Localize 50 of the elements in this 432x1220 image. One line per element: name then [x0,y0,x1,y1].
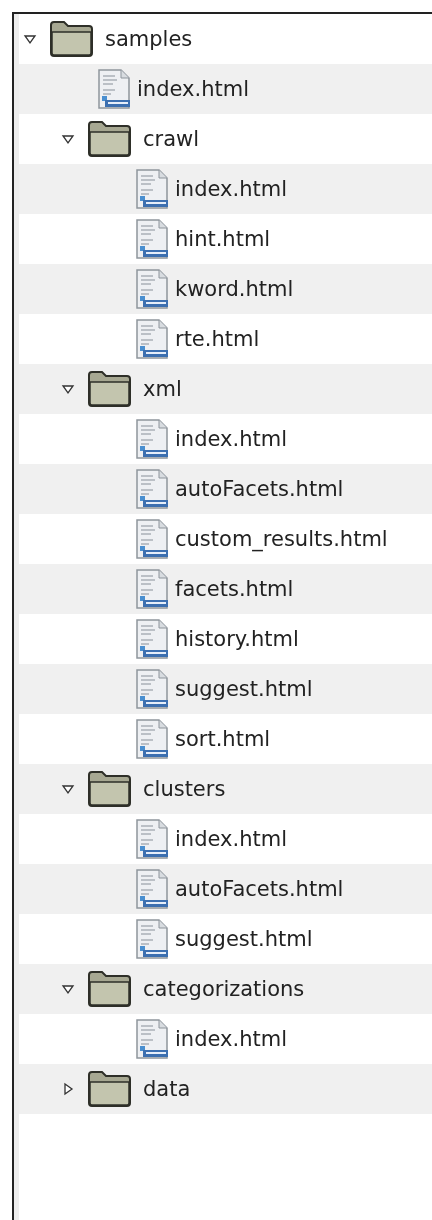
folder-label[interactable]: clusters [143,777,226,801]
file-label[interactable]: index.html [175,1027,287,1051]
file-label[interactable]: facets.html [175,577,294,601]
file-label[interactable]: index.html [175,827,287,851]
expander-icon[interactable] [61,382,75,396]
file-label[interactable]: index.html [175,427,287,451]
html-file-icon [135,669,169,709]
html-file-icon [97,69,131,109]
folder-icon [87,371,131,407]
html-file-icon [135,869,169,909]
expander-icon[interactable] [61,1082,75,1096]
html-file-icon [135,569,169,609]
html-file-icon [135,169,169,209]
folder-icon [87,1071,131,1107]
folder-label[interactable]: categorizations [143,977,305,1001]
file-label[interactable]: history.html [175,627,299,651]
folder-icon [87,121,131,157]
folder-icon [87,971,131,1007]
file-label[interactable]: suggest.html [175,927,313,951]
html-file-icon [135,419,169,459]
file-label[interactable]: kword.html [175,277,294,301]
html-file-icon [135,219,169,259]
expander-icon[interactable] [61,782,75,796]
folder-label[interactable]: data [143,1077,191,1101]
file-label[interactable]: hint.html [175,227,271,251]
html-file-icon [135,819,169,859]
expander-icon[interactable] [23,32,37,46]
html-file-icon [135,519,169,559]
file-label[interactable]: sort.html [175,727,271,751]
file-label[interactable]: index.html [175,177,287,201]
file-label[interactable]: autoFacets.html [175,877,344,901]
html-file-icon [135,469,169,509]
html-file-icon [135,269,169,309]
expander-icon[interactable] [61,982,75,996]
html-file-icon [135,319,169,359]
html-file-icon [135,1019,169,1059]
folder-label[interactable]: samples [105,27,193,51]
html-file-icon [135,619,169,659]
file-label[interactable]: custom_results.html [175,527,388,551]
file-label[interactable]: rte.html [175,327,260,351]
file-label[interactable]: autoFacets.html [175,477,344,501]
folder-icon [49,21,93,57]
folder-icon [87,771,131,807]
html-file-icon [135,919,169,959]
folder-label[interactable]: crawl [143,127,200,151]
html-file-icon [135,719,169,759]
file-label[interactable]: suggest.html [175,677,313,701]
expander-icon[interactable] [61,132,75,146]
folder-label[interactable]: xml [143,377,182,401]
file-label[interactable]: index.html [137,77,249,101]
